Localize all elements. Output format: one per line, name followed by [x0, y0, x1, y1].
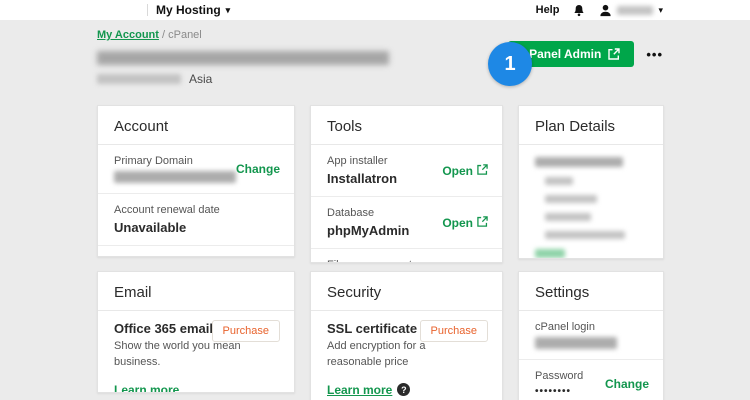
step-1-badge: 1	[488, 42, 532, 86]
chevron-down-icon: ▾	[658, 6, 663, 15]
region-label: Asia	[189, 72, 212, 86]
redacted-text	[545, 195, 597, 203]
notifications-bell-icon[interactable]	[573, 4, 585, 17]
breadcrumb-separator: /	[159, 29, 168, 41]
breadcrumb-my-account-link[interactable]: My Account	[97, 29, 159, 41]
security-card-title: Security	[311, 272, 502, 311]
office365-description: Show the world you mean business.	[114, 339, 244, 371]
ip-address-label: IP address	[114, 256, 278, 257]
open-installatron-link[interactable]: Open	[442, 164, 488, 178]
chevron-down-icon: ▾	[226, 6, 231, 15]
plan-details-card-title: Plan Details	[519, 106, 663, 145]
renewal-date-value: Unavailable	[114, 220, 278, 235]
breadcrumb-current: cPanel	[168, 29, 202, 41]
tools-card-title: Tools	[311, 106, 502, 145]
external-link-icon	[477, 164, 488, 178]
change-domain-link[interactable]: Change	[236, 162, 280, 176]
redacted-text	[545, 177, 573, 185]
ssl-description: Add encryption for a reasonable price	[327, 339, 477, 371]
redacted-text	[545, 231, 625, 239]
open-label: Open	[442, 216, 473, 230]
breadcrumb: My Account / cPanel	[97, 29, 664, 41]
my-hosting-menu[interactable]: My Hosting ▾	[156, 3, 230, 17]
person-icon	[599, 4, 612, 17]
plan-details-card: Plan Details	[518, 105, 664, 259]
redacted-text	[535, 157, 623, 167]
cpanel-login-label: cPanel login	[535, 321, 647, 333]
renewal-date-label: Account renewal date	[114, 204, 278, 216]
ssl-learn-more-link[interactable]: Learn more	[327, 383, 392, 397]
purchase-email-button[interactable]: Purchase	[212, 320, 280, 342]
redacted-plan-name	[97, 74, 181, 84]
open-phpmyadmin-link[interactable]: Open	[442, 216, 488, 230]
divider	[147, 4, 148, 16]
redacted-domain-title	[97, 51, 389, 65]
email-card-title: Email	[98, 272, 294, 311]
redacted-link	[535, 249, 565, 258]
account-card-title: Account	[98, 106, 294, 145]
settings-card-title: Settings	[519, 272, 663, 311]
my-hosting-label: My Hosting	[156, 3, 221, 17]
security-card: Security SSL certificate Add encryption …	[310, 271, 503, 400]
purchase-ssl-button[interactable]: Purchase	[420, 320, 488, 342]
top-nav-bar: My Hosting ▾ Help ▾	[0, 0, 750, 20]
redacted-primary-domain	[114, 171, 236, 183]
external-link-icon	[477, 216, 488, 230]
external-link-icon	[608, 48, 620, 60]
change-password-link[interactable]: Change	[605, 377, 649, 391]
cpanel-admin-label: cPanel Admin	[522, 47, 601, 61]
redacted-cpanel-login	[535, 337, 617, 349]
redacted-plan-details	[519, 145, 663, 259]
open-label: Open	[442, 164, 473, 178]
email-card: Email Office 365 email Show the world yo…	[97, 271, 295, 393]
settings-card: Settings cPanel login Password •••••••• …	[518, 271, 664, 400]
tools-card: Tools App installer Installatron Open Da…	[310, 105, 503, 263]
email-learn-more-link[interactable]: Learn more	[114, 383, 179, 393]
account-menu[interactable]: ▾	[599, 4, 663, 17]
file-management-label: File management	[327, 259, 486, 263]
redacted-text	[545, 213, 591, 221]
help-icon[interactable]: ?	[397, 383, 410, 396]
redacted-username	[617, 6, 653, 15]
more-options-menu[interactable]: •••	[646, 47, 663, 62]
account-card: Account Primary Domain Change Account re…	[97, 105, 295, 257]
help-link[interactable]: Help	[536, 4, 560, 16]
